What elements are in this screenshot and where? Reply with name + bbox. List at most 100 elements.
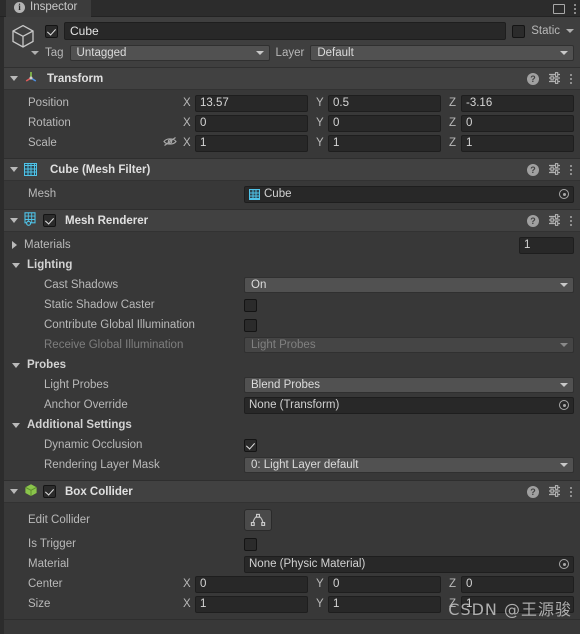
kebab-menu-icon[interactable] [570,164,572,175]
rotation-z-input[interactable]: 0 [461,114,574,132]
axis-x-label: X [183,137,191,149]
help-icon[interactable]: ? [527,163,539,176]
rotation-x-input[interactable]: 0 [195,114,308,132]
contribute-global-illumination-checkbox[interactable] [244,318,257,332]
cast-shadows-value: On [251,279,267,291]
position-x-input[interactable]: 13.57 [195,94,308,112]
center-z-input[interactable]: 0 [461,575,574,593]
kebab-menu-icon[interactable] [570,215,572,226]
group-additional-settings[interactable]: Additional Settings [4,415,580,435]
row-label: Size [28,598,51,610]
preset-settings-icon[interactable] [548,484,561,500]
kebab-menu-icon[interactable] [570,486,572,497]
row-rendering-layer-mask: Rendering Layer Mask 0: Light Layer defa… [4,455,580,475]
row-materials[interactable]: Materials 1 [4,235,580,255]
row-is-trigger: Is Trigger [4,534,580,554]
component-enabled-checkbox[interactable] [43,485,56,498]
receive-global-illumination-value: Light Probes [251,339,316,351]
foldout-triangle-icon[interactable] [10,167,18,172]
window-icon[interactable] [553,3,565,14]
foldout-triangle-icon[interactable] [10,218,18,223]
group-lighting[interactable]: Lighting [4,255,580,275]
component-rows: Mesh Cube [4,181,580,209]
preset-settings-icon[interactable] [548,71,561,87]
help-icon[interactable]: ? [527,485,539,498]
axis-z-label: Z [449,598,457,610]
position-y-input[interactable]: 0.5 [328,94,441,112]
is-trigger-checkbox[interactable] [244,537,257,551]
component-rows: Position X 13.57 Y 0.5 Z -3.16 Rotation … [4,90,580,158]
layer-dropdown[interactable]: Default [310,45,574,61]
component-header[interactable]: Box Collider ? [4,481,580,503]
mesh-object-field[interactable]: Cube [244,185,574,203]
position-z-input[interactable]: -3.16 [461,94,574,112]
axis-y-label: Y [316,598,324,610]
tag-dropdown[interactable]: Untagged [69,45,270,61]
anchor-override-object-field[interactable]: None (Transform) [244,396,574,414]
component-header[interactable]: Mesh Renderer ? [4,210,580,232]
component-header[interactable]: Cube (Mesh Filter) ? [4,159,580,181]
foldout-triangle-icon[interactable] [10,489,18,494]
static-dropdown-chevron-icon[interactable] [566,29,574,33]
component-rows: Edit Collider Is Trigger Material None (… [4,503,580,619]
size-z-input[interactable]: 1 [461,595,574,613]
inspector-tabbar: i Inspector [0,0,580,17]
static-checkbox[interactable] [512,24,526,38]
row-mesh: Mesh Cube [4,184,580,204]
preset-settings-icon[interactable] [548,162,561,178]
object-picker-icon[interactable] [559,400,569,410]
tag-label: Tag [45,47,64,59]
component-tools: ? [527,71,576,87]
component-rows: Materials 1 Lighting Cast Shadows On Sta… [4,232,580,480]
chevron-down-icon [560,383,568,387]
constrain-proportions-off-icon[interactable] [163,136,177,150]
box-collider-icon [24,483,38,500]
center-x-input[interactable]: 0 [195,575,308,593]
component-header[interactable]: Transform ? [4,68,580,90]
object-picker-icon[interactable] [559,559,569,569]
physic-material-object-field[interactable]: None (Physic Material) [244,555,574,573]
rendering-layer-mask-dropdown[interactable]: 0: Light Layer default [244,457,574,473]
axis-x-label: X [183,97,191,109]
group-label: Lighting [27,259,73,271]
kebab-menu-icon[interactable] [570,73,572,84]
help-icon[interactable]: ? [527,214,539,227]
materials-count-input[interactable]: 1 [519,236,574,254]
foldout-triangle-icon[interactable] [10,76,18,81]
size-x-input[interactable]: 1 [195,595,308,613]
static-shadow-caster-checkbox[interactable] [244,298,257,312]
object-picker-icon[interactable] [559,189,569,199]
scale-vector3: X 1 Y 1 Z 1 [183,134,574,152]
scale-y-input[interactable]: 1 [328,134,441,152]
scale-z-input[interactable]: 1 [461,134,574,152]
light-probes-dropdown[interactable]: Blend Probes [244,377,574,393]
preset-settings-icon[interactable] [548,213,561,229]
rotation-y-input[interactable]: 0 [328,114,441,132]
edit-collider-button[interactable] [244,509,272,531]
component-mesh-renderer: Mesh Renderer ? Materials 1 Lighting Cas… [4,210,580,481]
gameobject-enabled-checkbox[interactable] [45,24,58,38]
group-probes[interactable]: Probes [4,355,580,375]
axis-z-label: Z [449,137,457,149]
component-enabled-checkbox[interactable] [43,214,56,227]
center-y-input[interactable]: 0 [328,575,441,593]
row-material: Material None (Physic Material) [4,554,580,574]
row-label: Static Shadow Caster [44,299,155,311]
row-edit-collider: Edit Collider [4,506,580,534]
center-vector3: X 0 Y 0 Z 0 [183,575,574,593]
scale-x-input[interactable]: 1 [195,134,308,152]
chevron-down-icon[interactable] [31,51,39,55]
dynamic-occlusion-checkbox[interactable] [244,438,257,452]
size-vector3: X 1 Y 1 Z 1 [183,595,574,613]
kebab-menu-icon[interactable] [574,3,576,14]
row-label: Center [28,578,63,590]
help-icon[interactable]: ? [527,72,539,85]
size-y-input[interactable]: 1 [328,595,441,613]
gameobject-name-input[interactable]: Cube [64,22,507,40]
tab-inspector[interactable]: i Inspector [6,0,92,17]
component-box-collider: Box Collider ? Edit Collider Is Trigger … [4,481,580,620]
axis-y-label: Y [316,97,324,109]
component-mesh-filter: Cube (Mesh Filter) ? Mesh Cube [4,159,580,210]
axis-y-label: Y [316,578,324,590]
cast-shadows-dropdown[interactable]: On [244,277,574,293]
